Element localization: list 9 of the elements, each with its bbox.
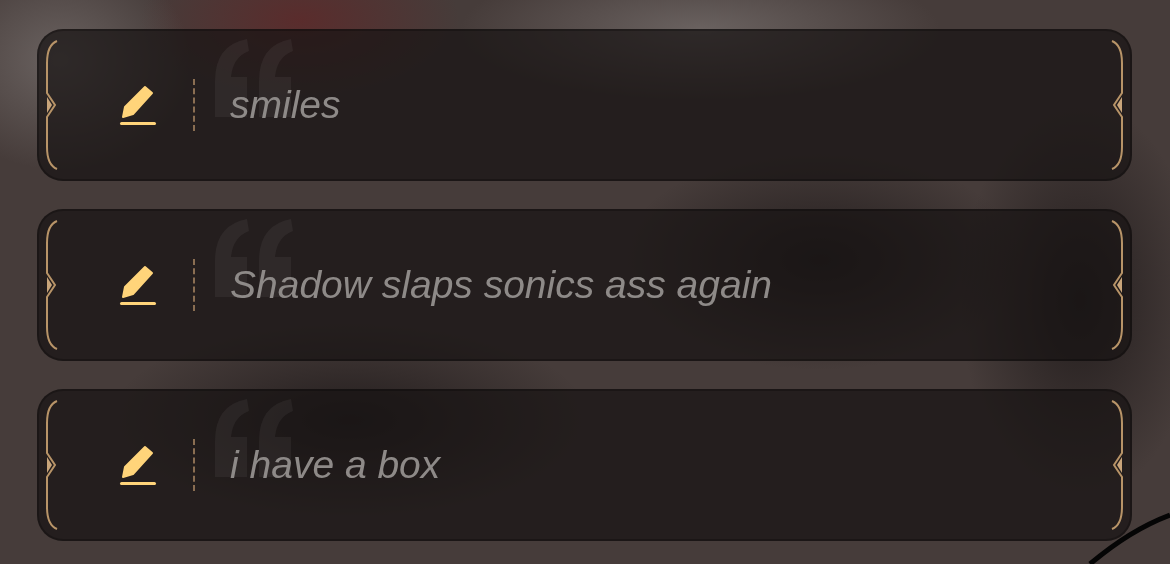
pencil-icon[interactable] xyxy=(119,264,157,306)
reply-option[interactable]: i have a box xyxy=(37,389,1132,541)
reply-option[interactable]: smiles xyxy=(37,29,1132,181)
reply-text: Shadow slaps sonics ass again xyxy=(230,263,772,307)
reply-text: smiles xyxy=(230,83,341,127)
reply-option[interactable]: Shadow slaps sonics ass again xyxy=(37,209,1132,361)
pencil-icon[interactable] xyxy=(119,84,157,126)
reply-text: i have a box xyxy=(230,443,441,487)
pencil-icon[interactable] xyxy=(119,444,157,486)
